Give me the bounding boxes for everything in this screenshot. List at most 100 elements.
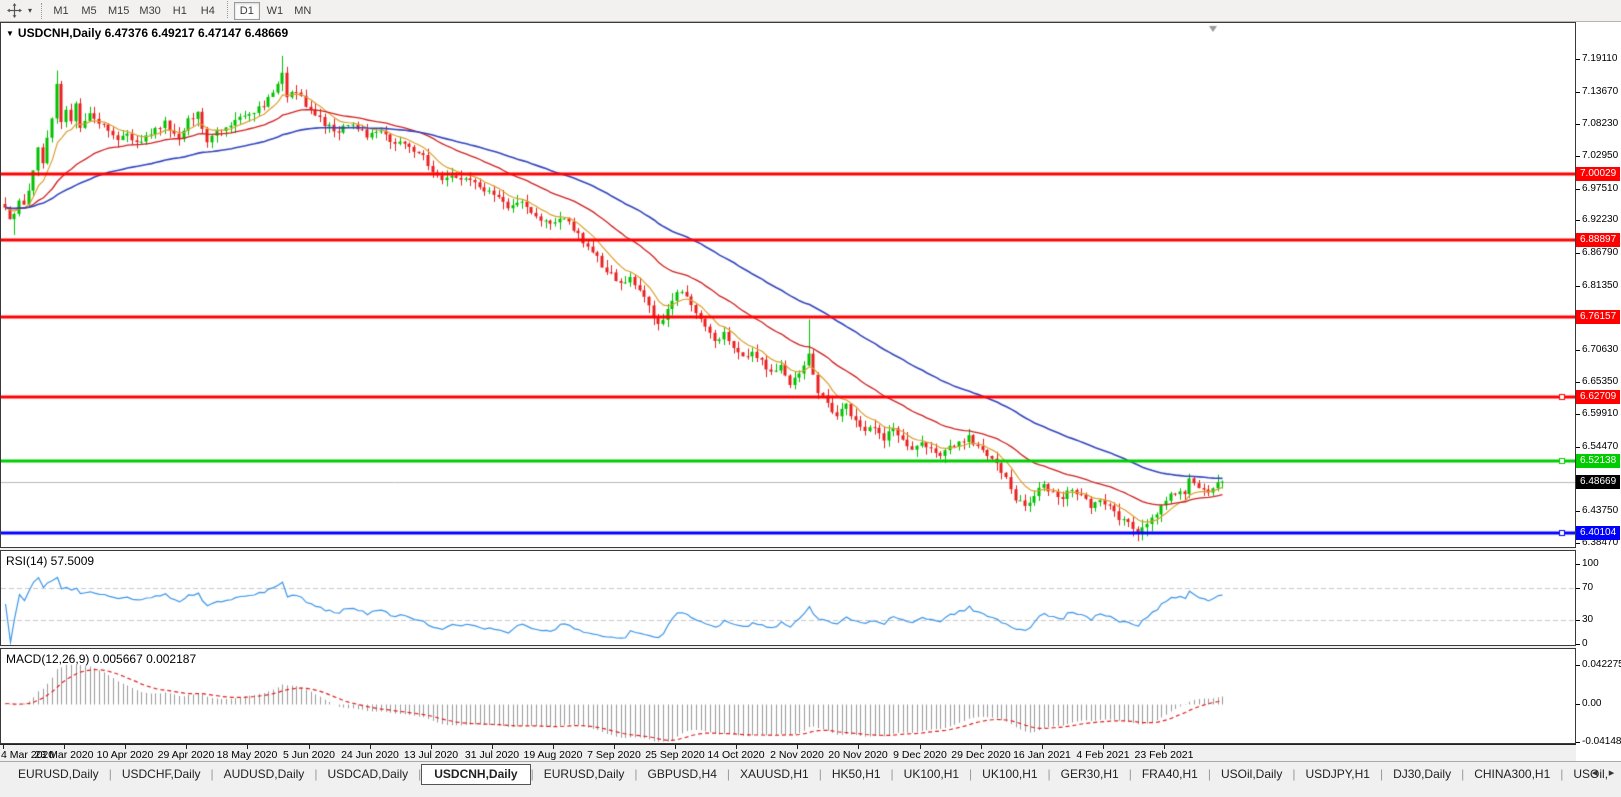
chart-tab-usoil-daily[interactable]: USOil,Daily xyxy=(1211,764,1292,785)
tab-scroll-arrows: ◂▸ xyxy=(1588,766,1618,780)
rsi-panel: RSI(14) 57.5009 xyxy=(0,550,1576,646)
chart-tab-audusd-daily[interactable]: AUDUSD,Daily xyxy=(214,764,315,785)
price-axis-tick: 7.13670 xyxy=(1582,86,1618,97)
date-axis-label: 16 Jan 2021 xyxy=(1013,749,1071,761)
axis-tick-mark xyxy=(1576,447,1580,448)
axis-tick-mark xyxy=(1576,189,1580,190)
price-level-label: 6.62709 xyxy=(1576,390,1620,404)
axis-tick-mark xyxy=(1576,92,1580,93)
chart-scroll-icon[interactable] xyxy=(4,2,24,20)
chart-tab-dj30-daily[interactable]: DJ30,Daily xyxy=(1383,764,1461,785)
date-axis-label: 19 Aug 2020 xyxy=(524,749,583,761)
axis-tick-mark xyxy=(1576,414,1580,415)
rsi-label: RSI(14) 57.5009 xyxy=(6,554,94,568)
price-axis-tick: 6.97510 xyxy=(1582,183,1618,194)
date-axis-label: 29 Dec 2020 xyxy=(951,749,1011,761)
chart-tab-gbpusd-h4[interactable]: GBPUSD,H4 xyxy=(638,764,727,785)
rsi-axis-tick: 70 xyxy=(1582,582,1593,593)
price-axis-tick: 6.59910 xyxy=(1582,408,1618,419)
main-chart-canvas[interactable] xyxy=(1,23,1575,547)
chart-tab-eurusd-daily[interactable]: EURUSD,Daily xyxy=(8,764,109,785)
current-price-label: 6.48669 xyxy=(1576,475,1620,489)
rsi-canvas[interactable] xyxy=(1,551,1575,645)
price-axis-tick: 7.19110 xyxy=(1582,53,1617,64)
chart-tab-uk100-h1[interactable]: UK100,H1 xyxy=(894,764,969,785)
toolbar-grip xyxy=(41,3,42,19)
macd-label: MACD(12,26,9) 0.005667 0.002187 xyxy=(6,652,196,666)
timeframe-button-M30[interactable]: M30 xyxy=(135,2,164,20)
chart-tab-usdjpy-h1[interactable]: USDJPY,H1 xyxy=(1295,764,1379,785)
timeframe-button-MN[interactable]: MN xyxy=(290,2,316,20)
tabs-scroll-left-icon[interactable]: ◂ xyxy=(1588,766,1601,780)
chart-tab-xauusd-h1[interactable]: XAUUSD,H1 xyxy=(730,764,819,785)
axis-tick-mark xyxy=(1576,588,1580,589)
price-axis-tick: 7.02950 xyxy=(1582,150,1618,161)
macd-axis-tick: 0.042275 xyxy=(1582,659,1621,670)
price-axis-tick: 6.43750 xyxy=(1582,505,1618,516)
terminal-window: ▾ M1M5M15M30H1H4 D1W1MN ▼ USDCNH,Daily 6.4… xyxy=(0,0,1621,797)
price-level-label: 6.52138 xyxy=(1576,454,1620,468)
macd-axis-tick: -0.04148 xyxy=(1582,736,1621,747)
price-axis-tick: 6.70630 xyxy=(1582,344,1618,355)
tabs-scroll-right-icon[interactable]: ▸ xyxy=(1605,766,1618,780)
axis-tick-mark xyxy=(1576,156,1580,157)
toolbar: ▾ M1M5M15M30H1H4 D1W1MN xyxy=(0,0,1621,22)
date-axis-label: 25 Sep 2020 xyxy=(645,749,705,761)
axis-tick-mark xyxy=(1576,220,1580,221)
axis-tick-mark xyxy=(1576,564,1580,565)
crosshair-arrows-icon xyxy=(7,3,22,18)
date-axis-label: 23 Feb 2021 xyxy=(1135,749,1194,761)
toolbar-grip xyxy=(227,1,228,18)
chart-tab-china300-h1[interactable]: CHINA300,H1 xyxy=(1464,764,1560,785)
date-axis-label: 10 Apr 2020 xyxy=(97,749,154,761)
date-axis-label: 29 Apr 2020 xyxy=(158,749,215,761)
chart-tab-hk50-h1[interactable]: HK50,H1 xyxy=(822,764,891,785)
price-level-label: 7.00029 xyxy=(1576,167,1620,181)
timeframe-button-D1[interactable]: D1 xyxy=(234,2,260,20)
chart-tab-uk100-h1[interactable]: UK100,H1 xyxy=(972,764,1047,785)
chart-tab-bar: EURUSD,Daily|USDCHF,Daily|AUDUSD,Daily|U… xyxy=(0,761,1621,797)
timeframe-button-M5[interactable]: M5 xyxy=(76,2,102,20)
axis-tick-mark xyxy=(1576,742,1580,743)
chart-title-ohlc: 6.47376 6.49217 6.47147 6.48669 xyxy=(105,26,289,40)
axis-tick-mark xyxy=(1576,350,1580,351)
chart-tab-usdcad-daily[interactable]: USDCAD,Daily xyxy=(317,764,418,785)
date-axis-label: 2 Nov 2020 xyxy=(770,749,824,761)
price-axis[interactable]: 7.191107.136707.082307.029506.975106.922… xyxy=(1576,22,1621,761)
axis-tick-mark xyxy=(1576,704,1580,705)
macd-canvas[interactable] xyxy=(1,649,1575,743)
chart-tab-usdcnh-daily[interactable]: USDCNH,Daily xyxy=(421,764,530,785)
date-axis-label: 18 May 2020 xyxy=(217,749,278,761)
macd-axis-tick: 0.00 xyxy=(1582,698,1601,709)
rsi-axis-tick: 0 xyxy=(1582,638,1588,649)
axis-tick-mark xyxy=(1576,511,1580,512)
timeframe-button-H4[interactable]: H4 xyxy=(195,2,221,20)
axis-tick-mark xyxy=(1576,124,1580,125)
date-axis-label: 20 Nov 2020 xyxy=(828,749,888,761)
axis-tick-mark xyxy=(1576,543,1580,544)
axis-tick-mark xyxy=(1576,59,1580,60)
timeframe-button-W1[interactable]: W1 xyxy=(262,2,288,20)
date-axis-label: 24 Jun 2020 xyxy=(341,749,399,761)
timeframe-button-M1[interactable]: M1 xyxy=(48,2,74,20)
toolbar-dropdown-caret-icon[interactable]: ▾ xyxy=(24,6,36,15)
chart-tab-ger30-h1[interactable]: GER30,H1 xyxy=(1051,764,1129,785)
date-axis-label: 14 Oct 2020 xyxy=(707,749,764,761)
chart-tab-fra40-h1[interactable]: FRA40,H1 xyxy=(1132,764,1208,785)
date-axis-label: 23 Mar 2020 xyxy=(35,749,94,761)
time-axis[interactable]: 4 Mar 202023 Mar 202010 Apr 202029 Apr 2… xyxy=(0,744,1576,761)
axis-tick-mark xyxy=(1576,644,1580,645)
chart-tab-eurusd-daily[interactable]: EURUSD,Daily xyxy=(534,764,635,785)
price-axis-tick: 7.08230 xyxy=(1582,118,1618,129)
price-axis-tick: 6.65350 xyxy=(1582,376,1618,387)
rsi-axis-tick: 100 xyxy=(1582,558,1599,569)
timeframe-button-H1[interactable]: H1 xyxy=(167,2,193,20)
price-level-label: 6.40104 xyxy=(1576,526,1620,540)
axis-tick-mark xyxy=(1576,253,1580,254)
timeframe-button-M15[interactable]: M15 xyxy=(104,2,133,20)
axis-tick-mark xyxy=(1576,620,1580,621)
symbol-dropdown-icon[interactable]: ▼ xyxy=(6,29,14,38)
date-axis-label: 4 Feb 2021 xyxy=(1076,749,1129,761)
axis-tick-mark xyxy=(1576,286,1580,287)
chart-tab-usdchf-daily[interactable]: USDCHF,Daily xyxy=(112,764,211,785)
